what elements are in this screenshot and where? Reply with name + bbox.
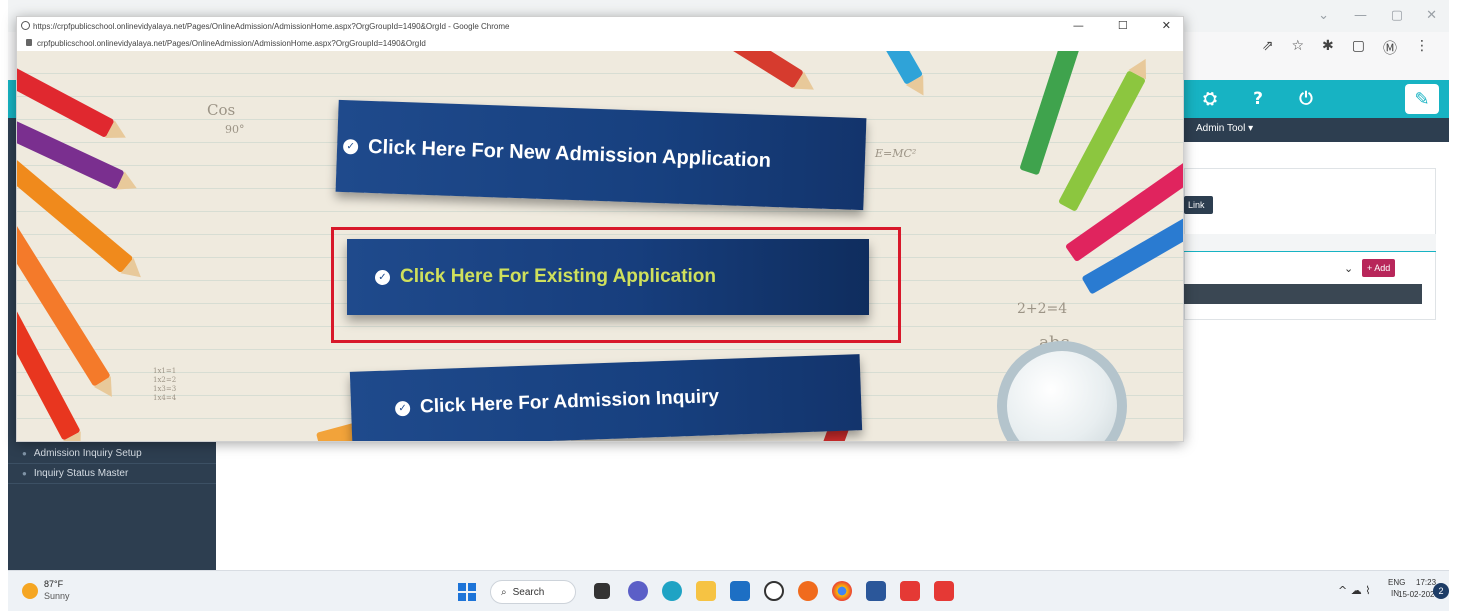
desktop-screen: ⌄ — ▢ ✕ ⇗ ☆ ✱ ▢ Ⓜ ⋮ 🔔 ⛭ ? ⏻ ✎ Admin Tool… (0, 0, 1457, 611)
pencil-decoration (1057, 54, 1155, 212)
profile-avatar-icon[interactable]: Ⓜ (1383, 38, 1397, 58)
magnifier-decoration (997, 341, 1127, 441)
link-button[interactable]: Link (1184, 196, 1213, 214)
browser-menu-icon[interactable]: ⋮ (1415, 38, 1429, 58)
share-icon[interactable]: ⇗ (1262, 38, 1274, 58)
dell-icon[interactable] (764, 581, 784, 601)
system-tray-icons[interactable]: ^ ☁ ⌇ (1338, 584, 1371, 597)
search-icon: ⌕ (501, 586, 507, 598)
highlight-box (331, 227, 901, 343)
sidebar-item-label: Inquiry Status Master (33, 468, 129, 479)
file-explorer-icon[interactable] (696, 581, 716, 601)
pencil-decoration (700, 51, 820, 99)
times-table-doodle: 1x1=1 1x2=2 1x3=3 1x4=4 (153, 367, 177, 402)
windows-start-icon[interactable] (458, 583, 476, 601)
admission-popup-window: https://crpfpublicschool.onlinevidyalaya… (16, 16, 1184, 442)
check-icon: ✓ (342, 138, 359, 155)
search-label: Search (512, 586, 545, 598)
popup-url-text: crpfpublicschool.onlinevidyalaya.net/Pag… (37, 38, 426, 48)
side-panel-icon[interactable]: ▢ (1352, 38, 1365, 58)
menu-admin-tool[interactable]: Admin Tool ▾ (1196, 123, 1253, 134)
bullet-icon: ● (22, 469, 27, 478)
weather-description[interactable]: Sunny (44, 591, 70, 601)
close-icon[interactable]: ✕ (1162, 19, 1171, 32)
clock-time[interactable]: 17:23 (1416, 578, 1436, 587)
plus-icon: + (1367, 263, 1373, 273)
minimize-icon[interactable]: — (1354, 8, 1367, 23)
extensions-icon[interactable]: ✱ (1322, 38, 1334, 58)
mail-icon[interactable] (730, 581, 750, 601)
power-icon[interactable]: ⏻ (1293, 86, 1319, 112)
sun-icon[interactable] (22, 583, 38, 599)
popup-address-bar[interactable]: crpfpublicschool.onlinevidyalaya.net/Pag… (17, 35, 1183, 51)
cos-doodle: Cos (207, 101, 236, 119)
firefox-icon[interactable] (798, 581, 818, 601)
new-admission-label: Click Here For New Admission Application (367, 135, 772, 172)
maximize-icon[interactable]: ☐ (1118, 19, 1128, 32)
minimize-icon[interactable]: — (1073, 19, 1084, 32)
word-icon[interactable] (866, 581, 886, 601)
sidebar-item-admission-inquiry-setup[interactable]: ● Admission Inquiry Setup (8, 444, 216, 464)
table-header-bar (1184, 284, 1422, 304)
emc2-doodle: E=MC² (875, 147, 917, 160)
anydesk-icon[interactable] (900, 581, 920, 601)
language-indicator[interactable]: ENG (1388, 578, 1405, 587)
bookmark-star-icon[interactable]: ☆ (1291, 38, 1304, 58)
new-admission-button[interactable]: ✓ Click Here For New Admission Applicati… (335, 99, 867, 211)
popup-title-text: https://crpfpublicschool.onlinevidyalaya… (33, 21, 510, 31)
sum-doodle: 2+2=4 (1017, 301, 1068, 317)
maximize-icon[interactable]: ▢ (1391, 8, 1403, 23)
angle-doodle: 90° (225, 123, 245, 136)
popup-window-controls: — ☐ ✕ (1073, 19, 1171, 32)
add-button[interactable]: + Add (1362, 259, 1396, 277)
popup-title-bar: https://crpfpublicschool.onlinevidyalaya… (17, 17, 1183, 35)
chrome-icon[interactable] (832, 581, 852, 601)
content-section-header (1184, 234, 1436, 252)
notification-badge[interactable]: 2 (1433, 583, 1449, 599)
admission-inquiry-button[interactable]: ✓ Click Here For Admission Inquiry (349, 354, 863, 441)
admission-inquiry-label: Click Here For Admission Inquiry (419, 386, 720, 418)
add-button-label: Add (1374, 263, 1391, 273)
pencil-decoration (860, 51, 933, 101)
check-icon: ✓ (394, 400, 411, 416)
bullet-icon: ● (22, 449, 27, 458)
tab-dropdown-icon[interactable]: ⌄ (1318, 8, 1329, 23)
globe-icon (21, 21, 30, 30)
close-icon[interactable]: ✕ (1426, 8, 1437, 23)
sidebar-item-label: Admission Inquiry Setup (33, 448, 142, 459)
chevron-down-icon[interactable]: ⌄ (1344, 262, 1353, 275)
lock-icon (26, 39, 32, 46)
taskbar-search[interactable]: ⌕ Search (490, 580, 576, 604)
weather-temperature[interactable]: 87°F (44, 579, 63, 589)
pencil-decoration (1019, 51, 1085, 176)
admission-home-page: Cos 90° E=MC² 2+2=4 abc 1x1=1 1x2=2 1x3=… (17, 51, 1183, 441)
graduation-cap-icon[interactable]: ⛭ (1197, 86, 1223, 112)
pencil-decoration (17, 64, 131, 147)
task-view-icon[interactable] (594, 583, 610, 599)
help-icon[interactable]: ? (1245, 86, 1271, 112)
anydesk-icon[interactable] (934, 581, 954, 601)
browser-toolbar-icons: ⇗ ☆ ✱ ▢ Ⓜ ⋮ (1262, 38, 1429, 58)
taskbar: 87°F Sunny ⌕ Search ^ ☁ ⌇ ENG IN 17:23 1… (8, 570, 1449, 611)
sidebar-item-inquiry-status-master[interactable]: ● Inquiry Status Master (8, 464, 216, 484)
chat-icon[interactable] (628, 581, 648, 601)
edge-icon[interactable] (662, 581, 682, 601)
edit-icon[interactable]: ✎ (1405, 84, 1439, 114)
